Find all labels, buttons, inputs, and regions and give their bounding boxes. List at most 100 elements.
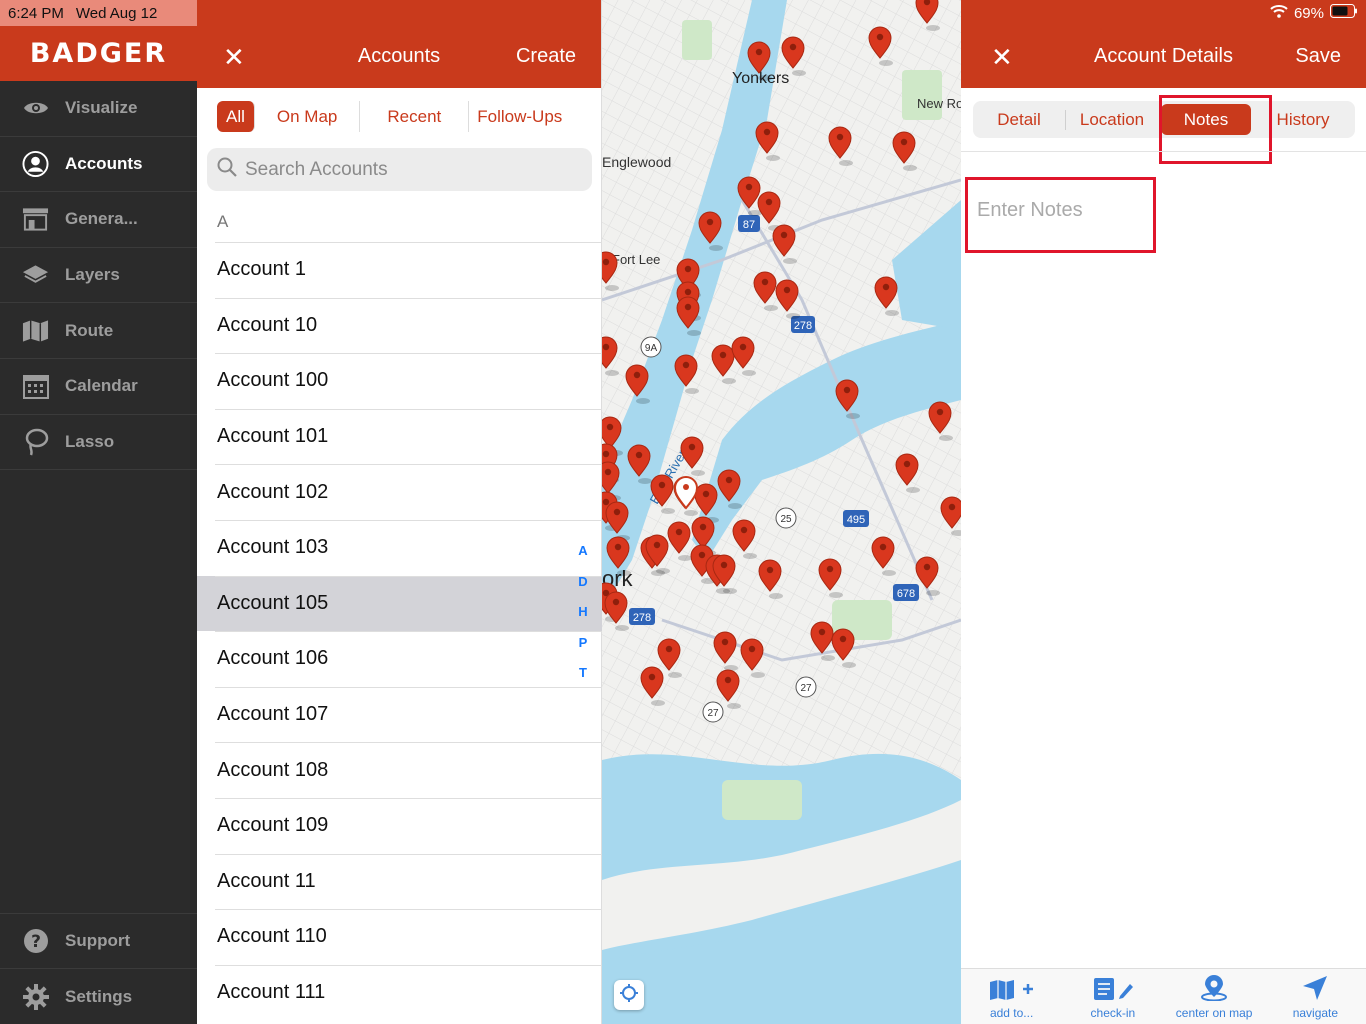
route-shield: 9A <box>640 336 662 358</box>
map-label: Englewood <box>602 154 671 170</box>
sidebar-item-support[interactable]: ? Support <box>0 912 197 969</box>
details-toolbar: add to... check-in center on map navigat… <box>961 968 1366 1024</box>
index-letter[interactable]: H <box>573 599 593 630</box>
navigate-button[interactable]: navigate <box>1265 969 1366 1024</box>
locate-me-button[interactable] <box>614 980 644 1010</box>
center-on-map-label: center on map <box>1175 1006 1253 1020</box>
park <box>682 20 712 60</box>
tab-follow-ups[interactable]: Follow-Ups <box>469 101 570 132</box>
sidebar-item-label: Layers <box>65 265 120 285</box>
checkin-icon <box>1090 977 1136 1004</box>
park <box>722 780 802 820</box>
map-icon <box>22 317 49 344</box>
svg-text:278: 278 <box>633 612 651 624</box>
svg-text:?: ? <box>31 932 41 952</box>
help-icon: ? <box>22 928 49 955</box>
highlight-box-notes-tab <box>1159 95 1272 164</box>
sidebar-item-label: Lasso <box>65 431 115 451</box>
tab-on-map[interactable]: On Map <box>255 101 361 132</box>
section-index: A D H P T <box>573 538 593 691</box>
index-letter[interactable]: D <box>573 569 593 600</box>
list-item[interactable]: Account 109 <box>197 797 602 854</box>
calendar-icon <box>22 373 49 400</box>
sidebar-item-label: Calendar <box>65 376 138 396</box>
index-letter[interactable]: T <box>573 660 593 691</box>
details-header: 69% ✕ Account Details Save <box>961 0 1366 88</box>
accounts-list: Account 1 Account 10 Account 100 Account… <box>197 242 602 1020</box>
add-to-button[interactable]: add to... <box>961 969 1062 1024</box>
sidebar-item-calendar[interactable]: Calendar <box>0 359 197 415</box>
list-item[interactable]: Account 106 <box>197 631 602 687</box>
list-item[interactable]: Account 1 <box>197 242 602 298</box>
gear-icon <box>22 983 49 1010</box>
svg-text:87: 87 <box>743 219 755 231</box>
divider <box>961 151 1366 152</box>
sidebar-item-visualize[interactable]: Visualize <box>0 81 197 137</box>
search-icon <box>217 157 237 182</box>
list-item-selected[interactable]: Account 105 <box>197 575 602 632</box>
navigate-label: navigate <box>1292 1006 1339 1020</box>
index-letter[interactable]: P <box>573 630 593 661</box>
wifi-icon <box>1270 4 1288 22</box>
user-circle-icon <box>22 150 49 177</box>
route-shield: 27 <box>795 676 817 698</box>
sidebar-item-layers[interactable]: Layers <box>0 248 197 304</box>
sidebar-item-label: Visualize <box>65 98 138 118</box>
svg-text:678: 678 <box>897 588 915 600</box>
list-item[interactable]: Account 100 <box>197 353 602 409</box>
list-item[interactable]: Account 103 <box>197 519 602 576</box>
lasso-icon <box>22 428 49 456</box>
list-item[interactable]: Account 108 <box>197 742 602 798</box>
route-shield: 278 <box>629 608 655 625</box>
search-input[interactable]: Search Accounts <box>245 159 388 181</box>
navigate-icon <box>1302 975 1328 1004</box>
route-shield: 27 <box>702 701 724 723</box>
store-icon <box>22 206 49 233</box>
list-item[interactable]: Account 107 <box>197 686 602 743</box>
list-item[interactable]: Account 102 <box>197 464 602 520</box>
svg-text:25: 25 <box>780 514 792 525</box>
sidebar-item-lasso[interactable]: Lasso <box>0 415 197 471</box>
brand-logo-text: BADGER <box>29 38 168 69</box>
list-item[interactable]: Account 111 <box>197 964 602 1021</box>
sidebar-item-general[interactable]: Genera... <box>0 192 197 248</box>
sidebar-item-accounts[interactable]: Accounts <box>0 137 197 193</box>
map-canvas: Yonkers Englewood Fort Lee New Ro ork Ea… <box>602 0 961 1024</box>
svg-text:278: 278 <box>794 320 812 332</box>
crosshair-icon <box>619 983 639 1008</box>
list-item[interactable]: Account 101 <box>197 408 602 465</box>
account-details-panel: 69% ✕ Account Details Save Detail Locati… <box>961 0 1366 1024</box>
tab-location[interactable]: Location <box>1066 101 1158 138</box>
tab-detail[interactable]: Detail <box>973 101 1065 138</box>
accounts-header: ✕ Accounts Create <box>197 0 601 88</box>
map-add-icon <box>989 979 1035 1004</box>
check-in-button[interactable]: check-in <box>1062 969 1163 1024</box>
sidebar-item-settings[interactable]: Settings <box>0 968 197 1024</box>
svg-text:27: 27 <box>800 683 812 694</box>
tab-all[interactable]: All <box>217 101 255 132</box>
search-bar[interactable]: Search Accounts <box>207 148 592 191</box>
center-on-map-button[interactable]: center on map <box>1164 969 1265 1024</box>
battery-icon <box>1330 4 1358 22</box>
svg-text:495: 495 <box>847 514 865 526</box>
index-letter[interactable]: A <box>573 538 593 569</box>
route-shield: 87 <box>738 215 760 232</box>
map-view[interactable]: Yonkers Englewood Fort Lee New Ro ork Ea… <box>602 0 961 1024</box>
route-shield: 678 <box>893 584 919 601</box>
svg-text:27: 27 <box>707 708 719 719</box>
map-label: Fort Lee <box>612 252 660 267</box>
sidebar-item-label: Accounts <box>65 153 143 173</box>
list-item[interactable]: Account 110 <box>197 909 602 965</box>
sidebar-bottom: ? Support Settings <box>0 912 197 1024</box>
sidebar: 6:24 PM Wed Aug 12 BADGER Visualize Acco… <box>0 0 197 1024</box>
accounts-panel: ✕ Accounts Create All On Map Recent Foll… <box>197 0 602 1024</box>
brand-logo: BADGER <box>0 26 197 81</box>
svg-text:9A: 9A <box>645 343 658 354</box>
status-date: Wed Aug 12 <box>75 4 158 22</box>
sidebar-item-route[interactable]: Route <box>0 303 197 359</box>
save-button[interactable]: Save <box>1295 45 1341 68</box>
create-button[interactable]: Create <box>516 45 576 68</box>
list-item[interactable]: Account 10 <box>197 297 602 354</box>
list-item[interactable]: Account 11 <box>197 853 602 910</box>
tab-recent[interactable]: Recent <box>360 101 470 132</box>
